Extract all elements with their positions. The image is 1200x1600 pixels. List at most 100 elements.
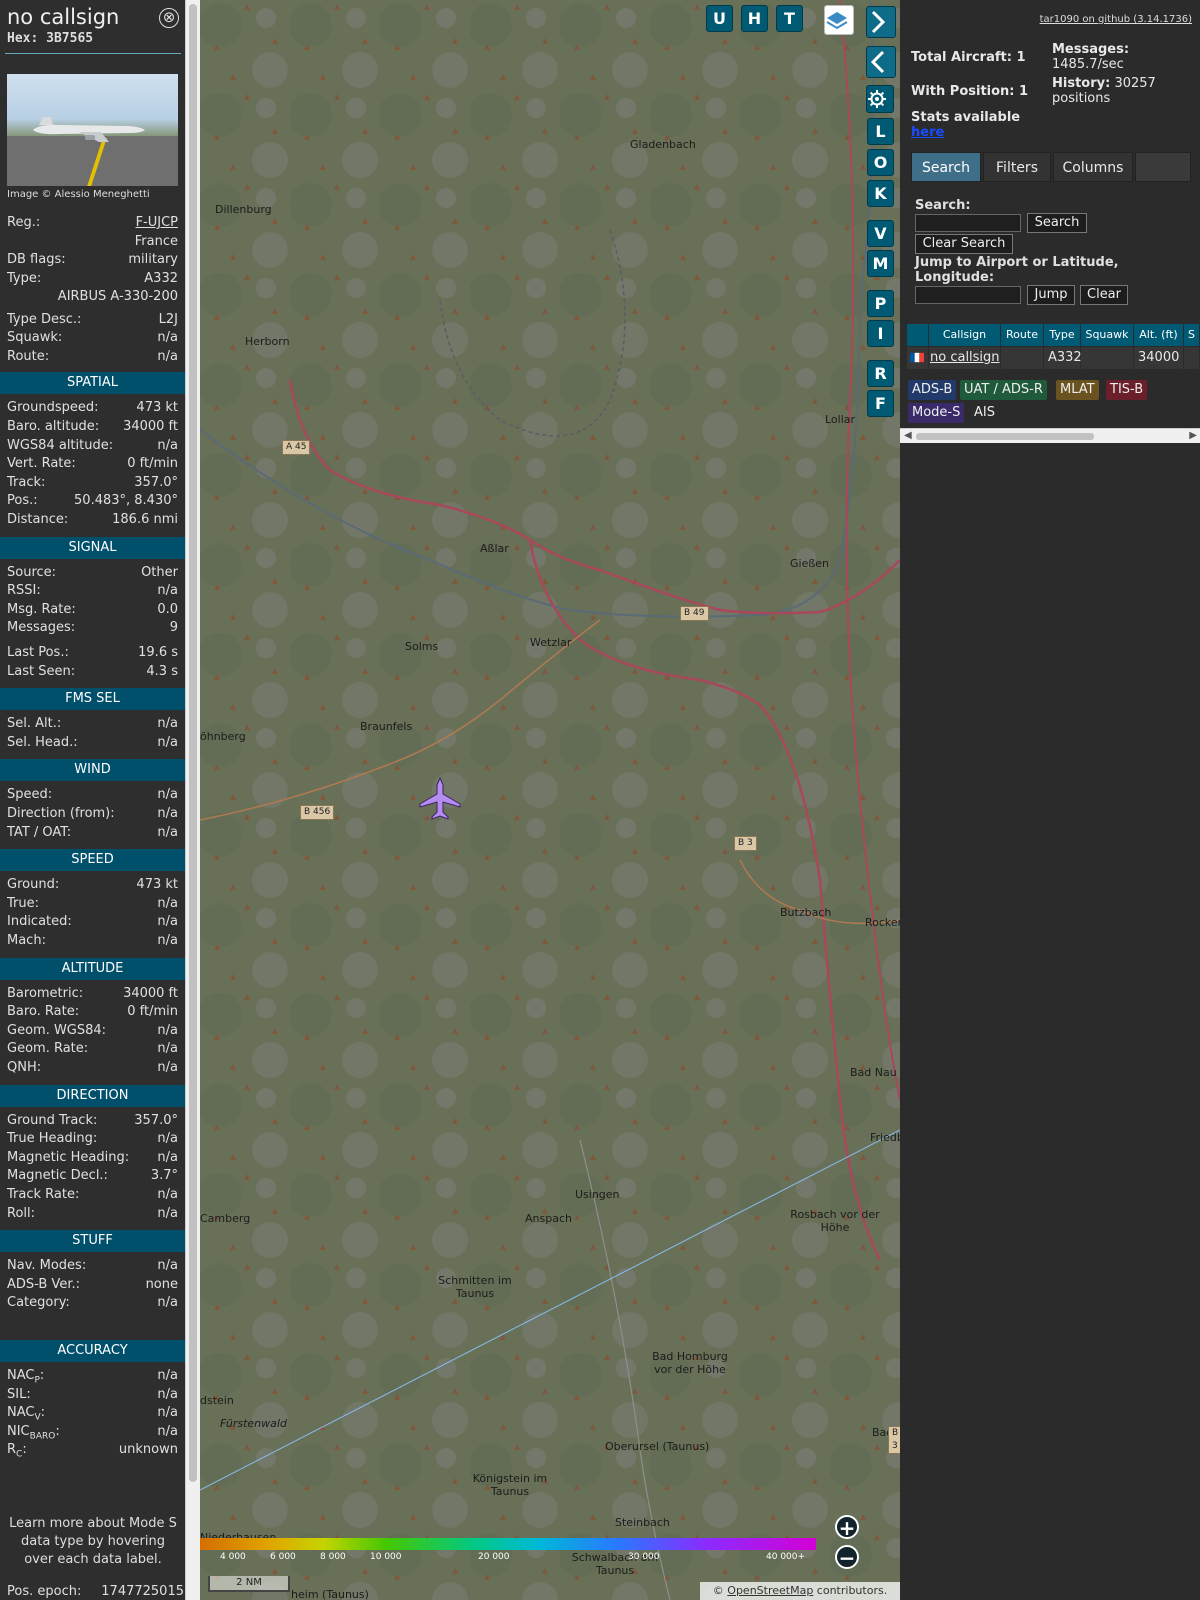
map-button-i[interactable]: I: [867, 320, 894, 347]
horizontal-scroll-thumb[interactable]: [916, 433, 1094, 440]
chevron-left-icon[interactable]: [866, 46, 896, 78]
scale-bar: 2 NM: [208, 1576, 290, 1592]
info-row: Last Seen: 4.3 s: [7, 664, 178, 681]
altitude-tick-label: 10 000: [370, 1552, 402, 1562]
toolbar-button-h[interactable]: H: [741, 5, 768, 32]
info-label: Ground:: [7, 877, 59, 892]
info-label: Groundspeed:: [7, 400, 98, 415]
info-value: 0 ft/min: [127, 456, 178, 472]
place-label: Friedb: [870, 1131, 900, 1144]
info-value: n/a: [157, 330, 178, 346]
jump-label: Jump to Airport or Latitude, Longitude:: [915, 255, 1119, 285]
search-button[interactable]: Search: [1027, 213, 1087, 233]
settings-gear-icon[interactable]: [866, 85, 894, 113]
info-label-text: NIC: [7, 1423, 30, 1439]
info-label: Roll:: [7, 1206, 35, 1221]
info-row: QNH: n/a: [7, 1060, 178, 1077]
jump-input[interactable]: [915, 286, 1021, 304]
layers-icon[interactable]: [824, 5, 854, 35]
table-row-squawk[interactable]: [1081, 347, 1134, 369]
jump-button[interactable]: Jump: [1027, 285, 1075, 305]
info-value: A332: [144, 270, 178, 286]
scroll-right-icon[interactable]: ▶: [1189, 430, 1197, 441]
info-label-text: QNH:: [7, 1059, 42, 1075]
table-row-altitude[interactable]: 34000: [1134, 347, 1184, 369]
table-row-type[interactable]: A332: [1044, 347, 1082, 369]
info-label: Route:: [7, 349, 49, 364]
tab-filters[interactable]: Filters: [983, 152, 1051, 182]
map-button-r[interactable]: R: [867, 360, 894, 387]
column-header-squawk[interactable]: Squawk: [1081, 324, 1134, 346]
info-label-text: Geom. WGS84:: [7, 1022, 107, 1038]
tab-blank[interactable]: [1135, 152, 1191, 182]
sidebar-scroll-thumb[interactable]: [189, 4, 197, 1482]
table-horizontal-scrollbar[interactable]: ◀ ▶: [900, 428, 1200, 443]
column-header-speed[interactable]: S: [1184, 324, 1200, 346]
map-button-p[interactable]: P: [867, 290, 894, 317]
column-header-route[interactable]: Route: [1001, 324, 1044, 346]
source-chip-mlat: MLAT: [1056, 380, 1099, 400]
map-button-k[interactable]: K: [867, 180, 894, 207]
place-label: Camberg: [200, 1212, 251, 1225]
chevron-right-icon[interactable]: [866, 6, 896, 38]
info-row: Last Pos.: 19.6 s: [7, 645, 178, 662]
table-row-callsign[interactable]: no callsign: [929, 347, 1001, 369]
scroll-left-icon[interactable]: ◀: [904, 430, 912, 441]
info-value[interactable]: F-UJCP: [136, 215, 178, 230]
info-label: Baro. altitude:: [7, 419, 99, 434]
callsign-title: no callsign: [7, 5, 120, 29]
tab-columns[interactable]: Columns: [1053, 152, 1133, 182]
pos-epoch-value: 1747725015: [101, 1584, 184, 1599]
close-icon[interactable]: ⊗: [159, 8, 179, 28]
info-label-text: True Heading:: [7, 1131, 98, 1147]
info-row: True: n/a: [7, 896, 178, 913]
github-link[interactable]: tar1090 on github (3.14.1736): [1040, 14, 1192, 25]
map-button-l[interactable]: L: [867, 118, 894, 145]
aircraft-photo[interactable]: [7, 74, 178, 186]
column-header-altitude[interactable]: Alt. (ft): [1134, 324, 1184, 346]
info-value: L2J: [158, 311, 178, 327]
info-row: Magnetic Heading: n/a: [7, 1150, 178, 1167]
info-row: Direction (from): n/a: [7, 806, 178, 823]
info-row: Distance: 186.6 nmi: [7, 512, 178, 529]
osm-link[interactable]: OpenStreetMap: [727, 1584, 813, 1597]
pos-epoch-row: Pos. epoch: 1747725015: [7, 1584, 184, 1600]
clear-jump-button[interactable]: Clear: [1080, 285, 1128, 305]
section-header-spatial: SPATIAL: [0, 372, 185, 395]
table-row-speed[interactable]: [1184, 347, 1200, 369]
tab-search[interactable]: Search: [911, 152, 981, 182]
road-number-badge: B 3: [734, 836, 757, 851]
search-input[interactable]: [915, 214, 1021, 232]
altitude-color-legend: [200, 1538, 816, 1550]
place-label: Oberursel (Taunus): [605, 1440, 710, 1453]
zoom-in-button[interactable]: +: [835, 1515, 859, 1539]
clear-search-button[interactable]: Clear Search: [915, 234, 1013, 254]
sidebar-scrollbar[interactable]: [185, 0, 200, 1600]
column-header-type[interactable]: Type: [1044, 324, 1081, 346]
here-link-text[interactable]: here: [911, 125, 944, 140]
info-value: 34000 ft: [123, 985, 178, 1001]
column-header-callsign[interactable]: Callsign: [929, 324, 1001, 346]
map-button-o[interactable]: O: [867, 149, 894, 176]
info-label-text: Speed:: [7, 787, 53, 803]
info-label: Reg.:: [7, 215, 40, 230]
info-value: 0.0: [157, 601, 178, 617]
column-header-flag[interactable]: [907, 324, 929, 346]
toolbar-button-t[interactable]: T: [776, 5, 803, 32]
stats-here-link[interactable]: here: [911, 125, 944, 140]
info-label-text: Baro. altitude:: [7, 418, 100, 434]
info-label-text: NAC: [7, 1367, 35, 1383]
info-value: 357.0°: [134, 1112, 178, 1128]
info-label-text: Msg. Rate:: [7, 601, 76, 617]
map-button-f[interactable]: F: [867, 390, 894, 417]
info-value: France: [134, 233, 178, 249]
info-value: n/a: [157, 787, 178, 803]
toolbar-button-u[interactable]: U: [706, 5, 733, 32]
zoom-out-button[interactable]: −: [835, 1545, 859, 1569]
map-button-v[interactable]: V: [867, 220, 894, 247]
map-view[interactable]: Gladenbach Dillenburg Herborn Aßlar Gießen So…: [200, 0, 900, 1600]
info-label-text: Magnetic Decl.:: [7, 1168, 108, 1184]
pos-epoch-label: Pos. epoch:: [7, 1584, 82, 1599]
table-row-route[interactable]: [1001, 347, 1044, 369]
map-button-m[interactable]: M: [867, 250, 894, 277]
